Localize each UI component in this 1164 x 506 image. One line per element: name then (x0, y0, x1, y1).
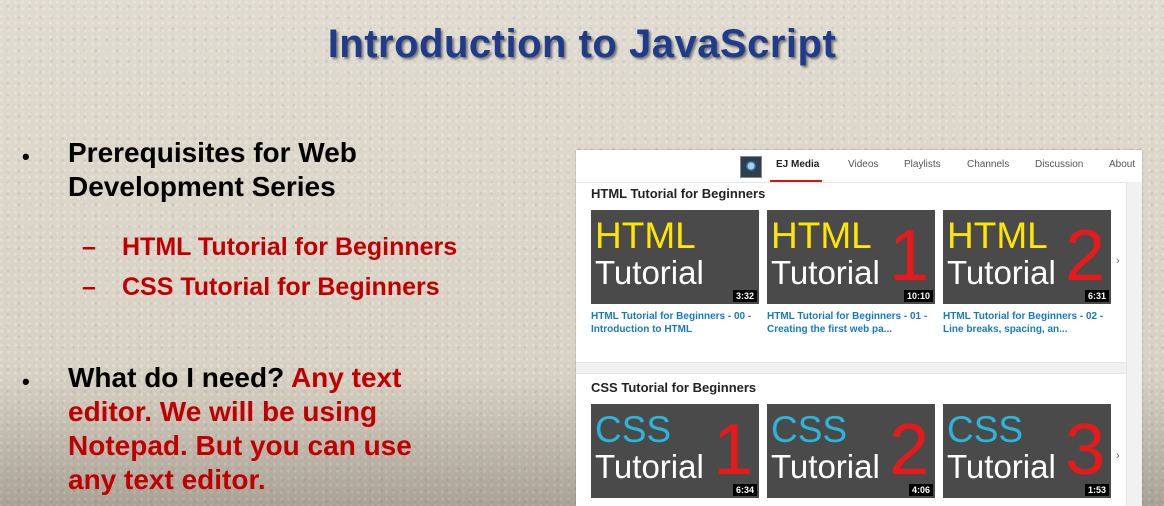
thumb-sub: Tutorial (947, 254, 1056, 291)
playlist-title-html[interactable]: HTML Tutorial for Beginners (591, 186, 765, 201)
dash-icon: – (82, 273, 96, 301)
scrollbar[interactable] (1126, 182, 1142, 506)
thumb-word: HTML (771, 215, 872, 256)
video-duration: 6:31 (1084, 290, 1109, 302)
thumb-number: 2 (1064, 216, 1105, 296)
channel-avatar-icon[interactable] (740, 156, 762, 178)
thumb-word: CSS (947, 409, 1024, 450)
thumb-sub: Tutorial (771, 448, 880, 485)
video-thumbnail[interactable]: HTML Tutorial 2 6:31 (943, 210, 1111, 304)
youtube-channel-panel: EJ Media Videos Playlists Channels Discu… (576, 150, 1142, 506)
thumb-word: CSS (595, 409, 672, 450)
bullet-dot-1: • (22, 144, 30, 169)
bullet-question: What do I need? (68, 362, 285, 393)
thumb-word: HTML (947, 215, 1048, 256)
video-thumbnail[interactable]: CSS Tutorial 2 4:06 (767, 404, 935, 498)
thumb-number: 1 (712, 410, 753, 490)
video-title-link[interactable]: HTML Tutorial for Beginners - 00 - Intro… (591, 310, 761, 336)
bullet-answer-line2: editor. We will be using (68, 396, 378, 427)
tab-home[interactable]: EJ Media (776, 159, 819, 170)
bullet-answer-line4: any text editor. (68, 464, 266, 495)
tab-videos[interactable]: Videos (848, 159, 878, 170)
video-title-link[interactable]: HTML Tutorial for Beginners - 01 - Creat… (767, 310, 937, 336)
video-title-link[interactable]: HTML Tutorial for Beginners - 02 - Line … (943, 310, 1113, 336)
bullet-answer-line1: Any text (284, 362, 402, 393)
video-duration: 4:06 (908, 484, 933, 496)
sub-item-html: – HTML Tutorial for Beginners (82, 233, 457, 262)
tab-about[interactable]: About (1109, 159, 1135, 170)
bullet-dot-2: • (22, 369, 30, 394)
thumb-number: 3 (1064, 410, 1105, 490)
tab-playlists[interactable]: Playlists (904, 159, 941, 170)
video-duration: 1:53 (1084, 484, 1109, 496)
video-duration: 3:32 (732, 290, 757, 302)
video-thumbnail[interactable]: HTML Tutorial 1 10:10 (767, 210, 935, 304)
dash-icon: – (82, 233, 96, 261)
thumb-word: CSS (771, 409, 848, 450)
video-duration: 6:34 (732, 484, 757, 496)
bullet-prerequisites-line2: Development Series (68, 171, 336, 202)
bullet-answer-line3: Notepad. But you can use (68, 430, 412, 461)
channel-nav-bar: EJ Media Videos Playlists Channels Discu… (576, 150, 1142, 183)
thumb-sub: Tutorial (771, 254, 880, 291)
bullet-prerequisites-line1: Prerequisites for Web (68, 137, 357, 168)
tab-discussion[interactable]: Discussion (1035, 159, 1083, 170)
bullet-what-do-i-need: What do I need? Any text editor. We will… (68, 361, 412, 497)
thumb-number: 2 (888, 410, 929, 490)
thumb-number: 1 (888, 216, 929, 296)
thumb-sub: Tutorial (595, 448, 704, 485)
thumb-sub: Tutorial (947, 448, 1056, 485)
video-thumbnail[interactable]: HTML Tutorial 3:32 (591, 210, 759, 304)
sub-item-css-label: CSS Tutorial for Beginners (122, 273, 440, 301)
thumb-sub: Tutorial (595, 254, 704, 291)
thumb-word: HTML (595, 215, 696, 256)
section-divider (576, 362, 1126, 374)
sub-item-html-label: HTML Tutorial for Beginners (122, 233, 458, 261)
active-tab-indicator (770, 180, 822, 182)
tab-channels[interactable]: Channels (967, 159, 1009, 170)
bullet-prerequisites: Prerequisites for Web Development Series (68, 136, 357, 204)
video-duration: 10:10 (903, 290, 933, 302)
playlist-title-css[interactable]: CSS Tutorial for Beginners (591, 380, 756, 395)
next-arrow-icon[interactable]: › (1116, 255, 1120, 267)
video-thumbnail[interactable]: CSS Tutorial 3 1:53 (943, 404, 1111, 498)
next-arrow-icon[interactable]: › (1116, 450, 1120, 462)
sub-item-css: – CSS Tutorial for Beginners (82, 273, 440, 302)
slide-title: Introduction to JavaScript (327, 22, 837, 66)
video-thumbnail[interactable]: CSS Tutorial 1 6:34 (591, 404, 759, 498)
